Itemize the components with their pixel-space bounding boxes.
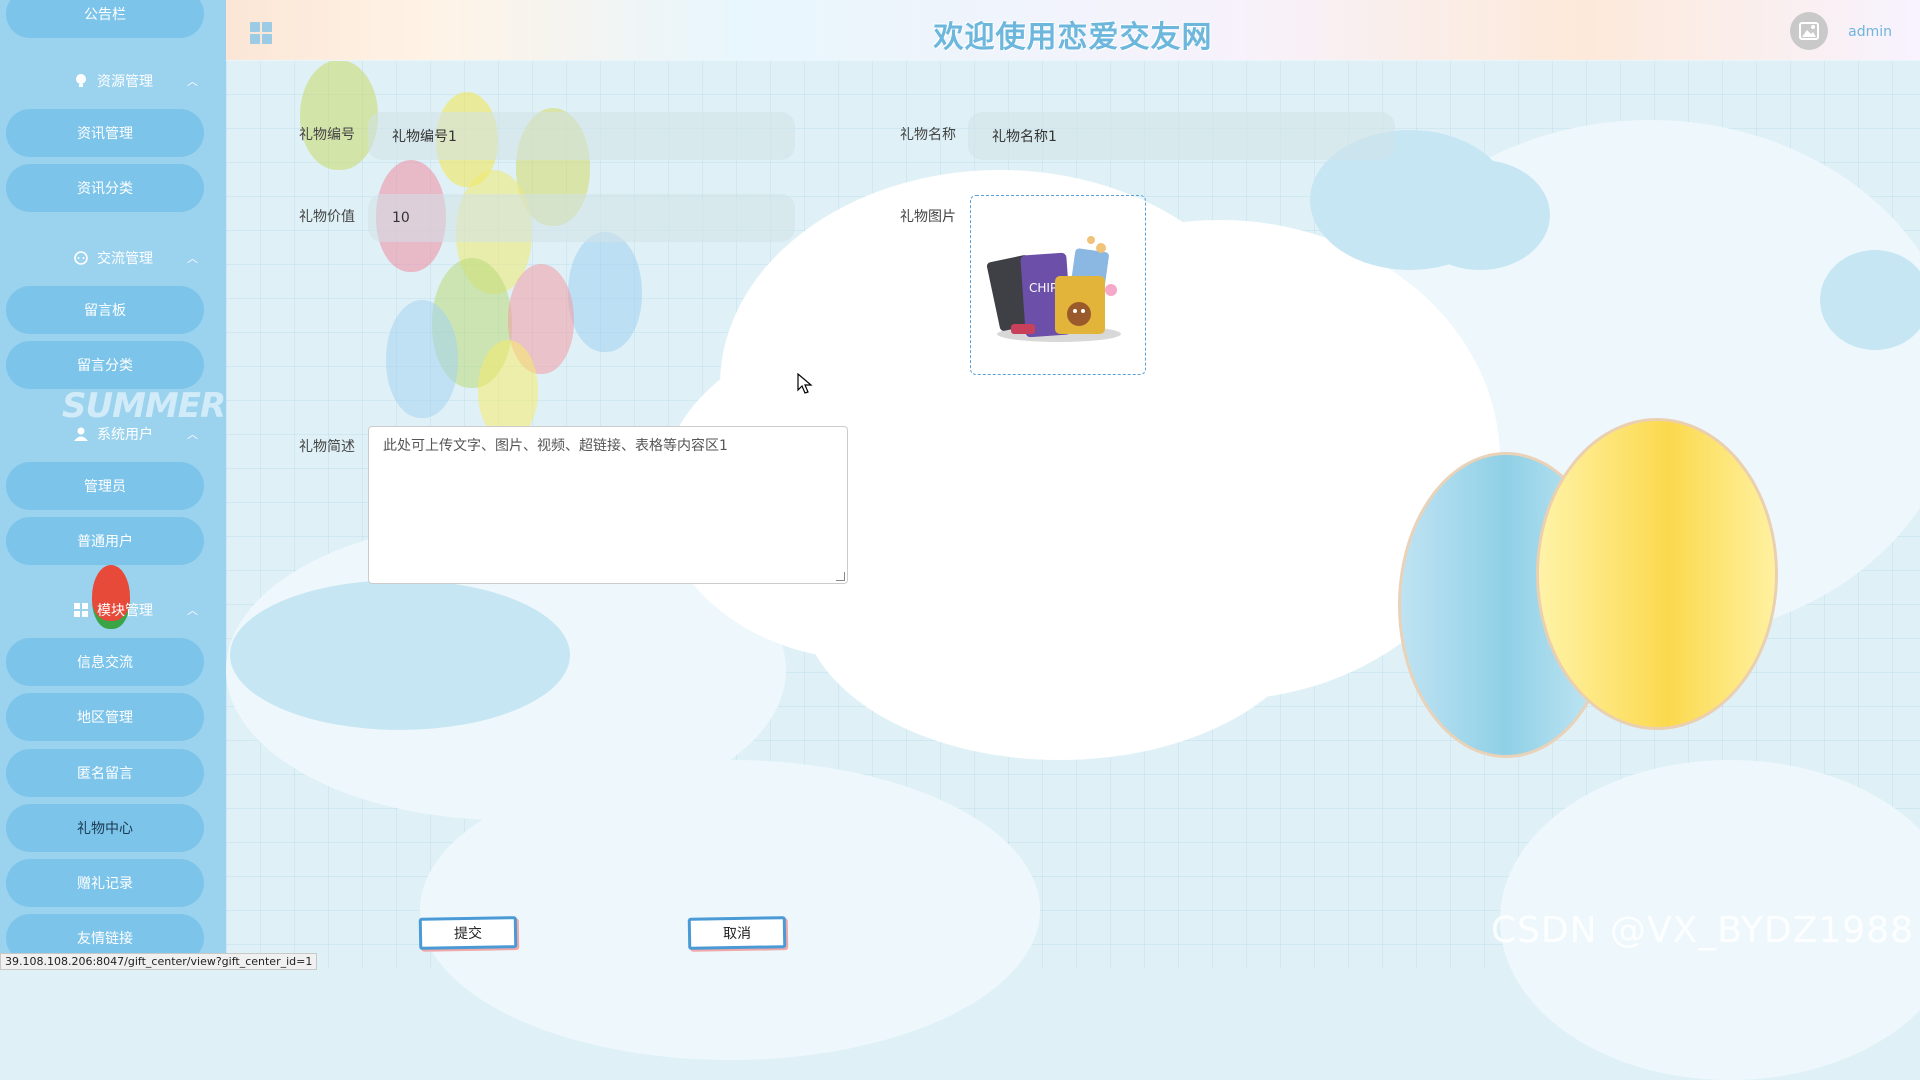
sidebar-group-users[interactable]: 系统用户 ︿: [0, 419, 226, 449]
submit-button[interactable]: 提交: [418, 916, 518, 950]
resize-handle[interactable]: [836, 572, 845, 581]
sidebar-group-resource[interactable]: 资源管理 ︿: [0, 66, 226, 96]
user-icon: [74, 427, 88, 441]
sidebar-item-region[interactable]: 地区管理: [6, 693, 204, 741]
chevron-up-icon: ︿: [187, 604, 198, 617]
gift-value-label: 礼物价值: [299, 209, 355, 225]
background-scene: [0, 0, 1920, 1080]
sidebar-item-announcement[interactable]: 公告栏: [6, 0, 204, 38]
chat-icon: [74, 251, 88, 265]
sidebar-item-gift-record[interactable]: 赠礼记录: [6, 859, 204, 907]
top-header: 欢迎使用恋爱交友网 admin: [226, 0, 1920, 61]
snack-bag-image: CHIPS: [986, 236, 1121, 342]
gift-desc-label: 礼物简述: [299, 439, 355, 455]
chevron-up-icon: ︿: [187, 75, 198, 88]
gift-no-label: 礼物编号: [299, 127, 355, 143]
gift-image-label: 礼物图片: [900, 209, 956, 225]
chevron-up-icon: ︿: [187, 252, 198, 265]
cancel-button[interactable]: 取消: [687, 916, 787, 950]
status-bar-url: 39.108.108.206:8047/gift_center/view?gif…: [0, 953, 318, 970]
gift-no-field[interactable]: 礼物编号1: [368, 112, 795, 160]
gift-desc-textarea[interactable]: 此处可上传文字、图片、视频、超链接、表格等内容区1: [368, 426, 848, 584]
sidebar-item-anonymous-message[interactable]: 匿名留言: [6, 749, 204, 797]
bulb-icon: [76, 74, 86, 87]
watermark: CSDN @VX_BYDZ1988: [1490, 910, 1914, 951]
sidebar: 公告栏 资源管理 ︿ 资讯管理 资讯分类 交流管理 ︿ 留言板 留言分类 SUM…: [0, 0, 226, 968]
gift-value-field[interactable]: 10: [368, 194, 795, 242]
gift-name-field[interactable]: 礼物名称1: [968, 112, 1395, 160]
gift-name-label: 礼物名称: [900, 127, 956, 143]
sidebar-item-message-board[interactable]: 留言板: [6, 286, 204, 334]
sidebar-item-news[interactable]: 资讯管理: [6, 109, 204, 157]
sidebar-group-modules[interactable]: 模块管理 ︿: [0, 595, 226, 625]
chevron-up-icon: ︿: [187, 428, 198, 441]
username[interactable]: admin: [1848, 24, 1892, 40]
sidebar-group-communication[interactable]: 交流管理 ︿: [0, 243, 226, 273]
sidebar-item-regular-user[interactable]: 普通用户: [6, 517, 204, 565]
sidebar-item-news-category[interactable]: 资讯分类: [6, 164, 204, 212]
sidebar-item-info-exchange[interactable]: 信息交流: [6, 638, 204, 686]
mouse-cursor-icon: [797, 373, 813, 394]
sidebar-item-gift-center[interactable]: 礼物中心: [6, 804, 204, 852]
sidebar-item-admin[interactable]: 管理员: [6, 462, 204, 510]
gift-image-upload[interactable]: CHIPS: [970, 195, 1146, 375]
sidebar-item-message-category[interactable]: 留言分类: [6, 341, 204, 389]
grid-icon: [74, 603, 88, 617]
site-title: 欢迎使用恋爱交友网: [933, 20, 1213, 55]
image-icon: [1799, 22, 1819, 40]
avatar[interactable]: [1790, 12, 1828, 50]
